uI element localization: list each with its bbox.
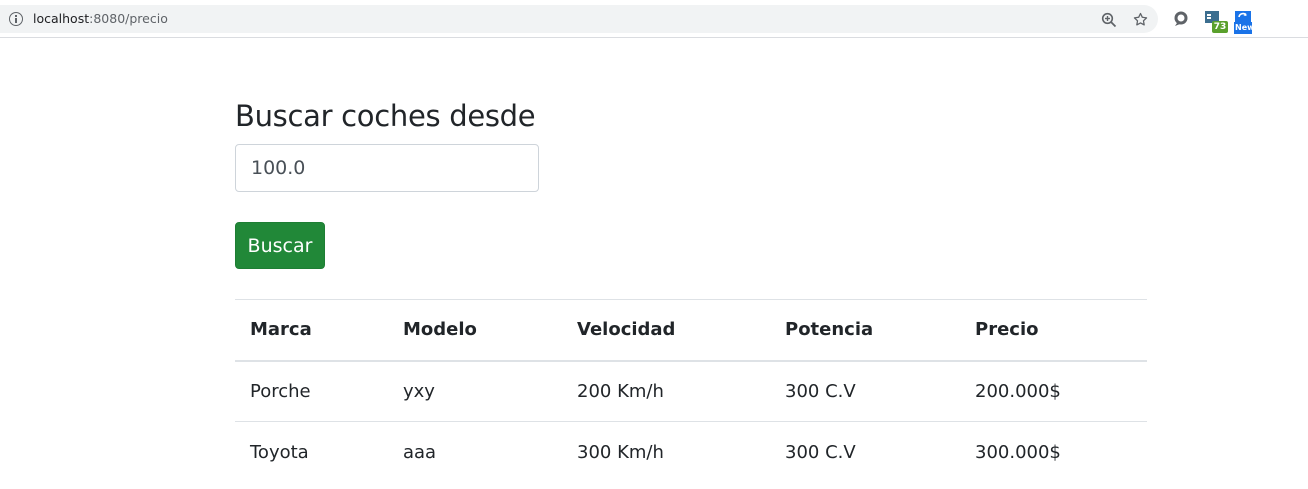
cell-precio: 300.000$ <box>960 421 1147 483</box>
url-host: localhost <box>33 11 90 26</box>
cell-modelo: yxy <box>388 360 562 422</box>
cars-table: Marca Modelo Velocidad Potencia Precio P… <box>235 299 1147 483</box>
extension-badge-count: 73 <box>1212 21 1228 33</box>
extension-calendar-icon[interactable]: 73 <box>1204 10 1228 34</box>
search-button[interactable]: Buscar <box>235 222 325 269</box>
table-header-row: Marca Modelo Velocidad Potencia Precio <box>235 299 1147 362</box>
cell-precio: 200.000$ <box>960 360 1147 422</box>
table-row: Toyota aaa 300 Km/h 300 C.V 300.000$ <box>235 421 1147 483</box>
browser-toolbar: localhost:8080/precio 73 New <box>0 0 1308 38</box>
cell-modelo: aaa <box>388 421 562 483</box>
extension-badge-new: New <box>1234 22 1252 34</box>
price-input[interactable] <box>235 144 539 192</box>
header-marca: Marca <box>235 299 388 362</box>
extension-chat-icon[interactable] <box>1172 10 1190 28</box>
page-title: Buscar coches desde <box>235 99 536 133</box>
cell-marca: Toyota <box>235 421 388 483</box>
cell-potencia: 300 C.V <box>770 360 960 422</box>
extension-refresh-icon[interactable]: New <box>1234 10 1252 34</box>
url-text[interactable]: localhost:8080/precio <box>33 11 168 26</box>
bookmark-star-icon[interactable] <box>1132 11 1149 28</box>
address-bar[interactable]: localhost:8080/precio <box>0 5 1158 33</box>
cell-potencia: 300 C.V <box>770 421 960 483</box>
header-velocidad: Velocidad <box>562 299 770 362</box>
cell-marca: Porche <box>235 360 388 422</box>
table-row: Porche yxy 200 Km/h 300 C.V 200.000$ <box>235 360 1147 422</box>
site-info-icon[interactable] <box>9 12 23 26</box>
url-path: :8080/precio <box>89 11 168 26</box>
header-modelo: Modelo <box>388 299 562 362</box>
header-potencia: Potencia <box>770 299 960 362</box>
cell-velocidad: 300 Km/h <box>562 421 770 483</box>
zoom-icon[interactable] <box>1101 12 1117 28</box>
cell-velocidad: 200 Km/h <box>562 360 770 422</box>
header-precio: Precio <box>960 299 1147 362</box>
